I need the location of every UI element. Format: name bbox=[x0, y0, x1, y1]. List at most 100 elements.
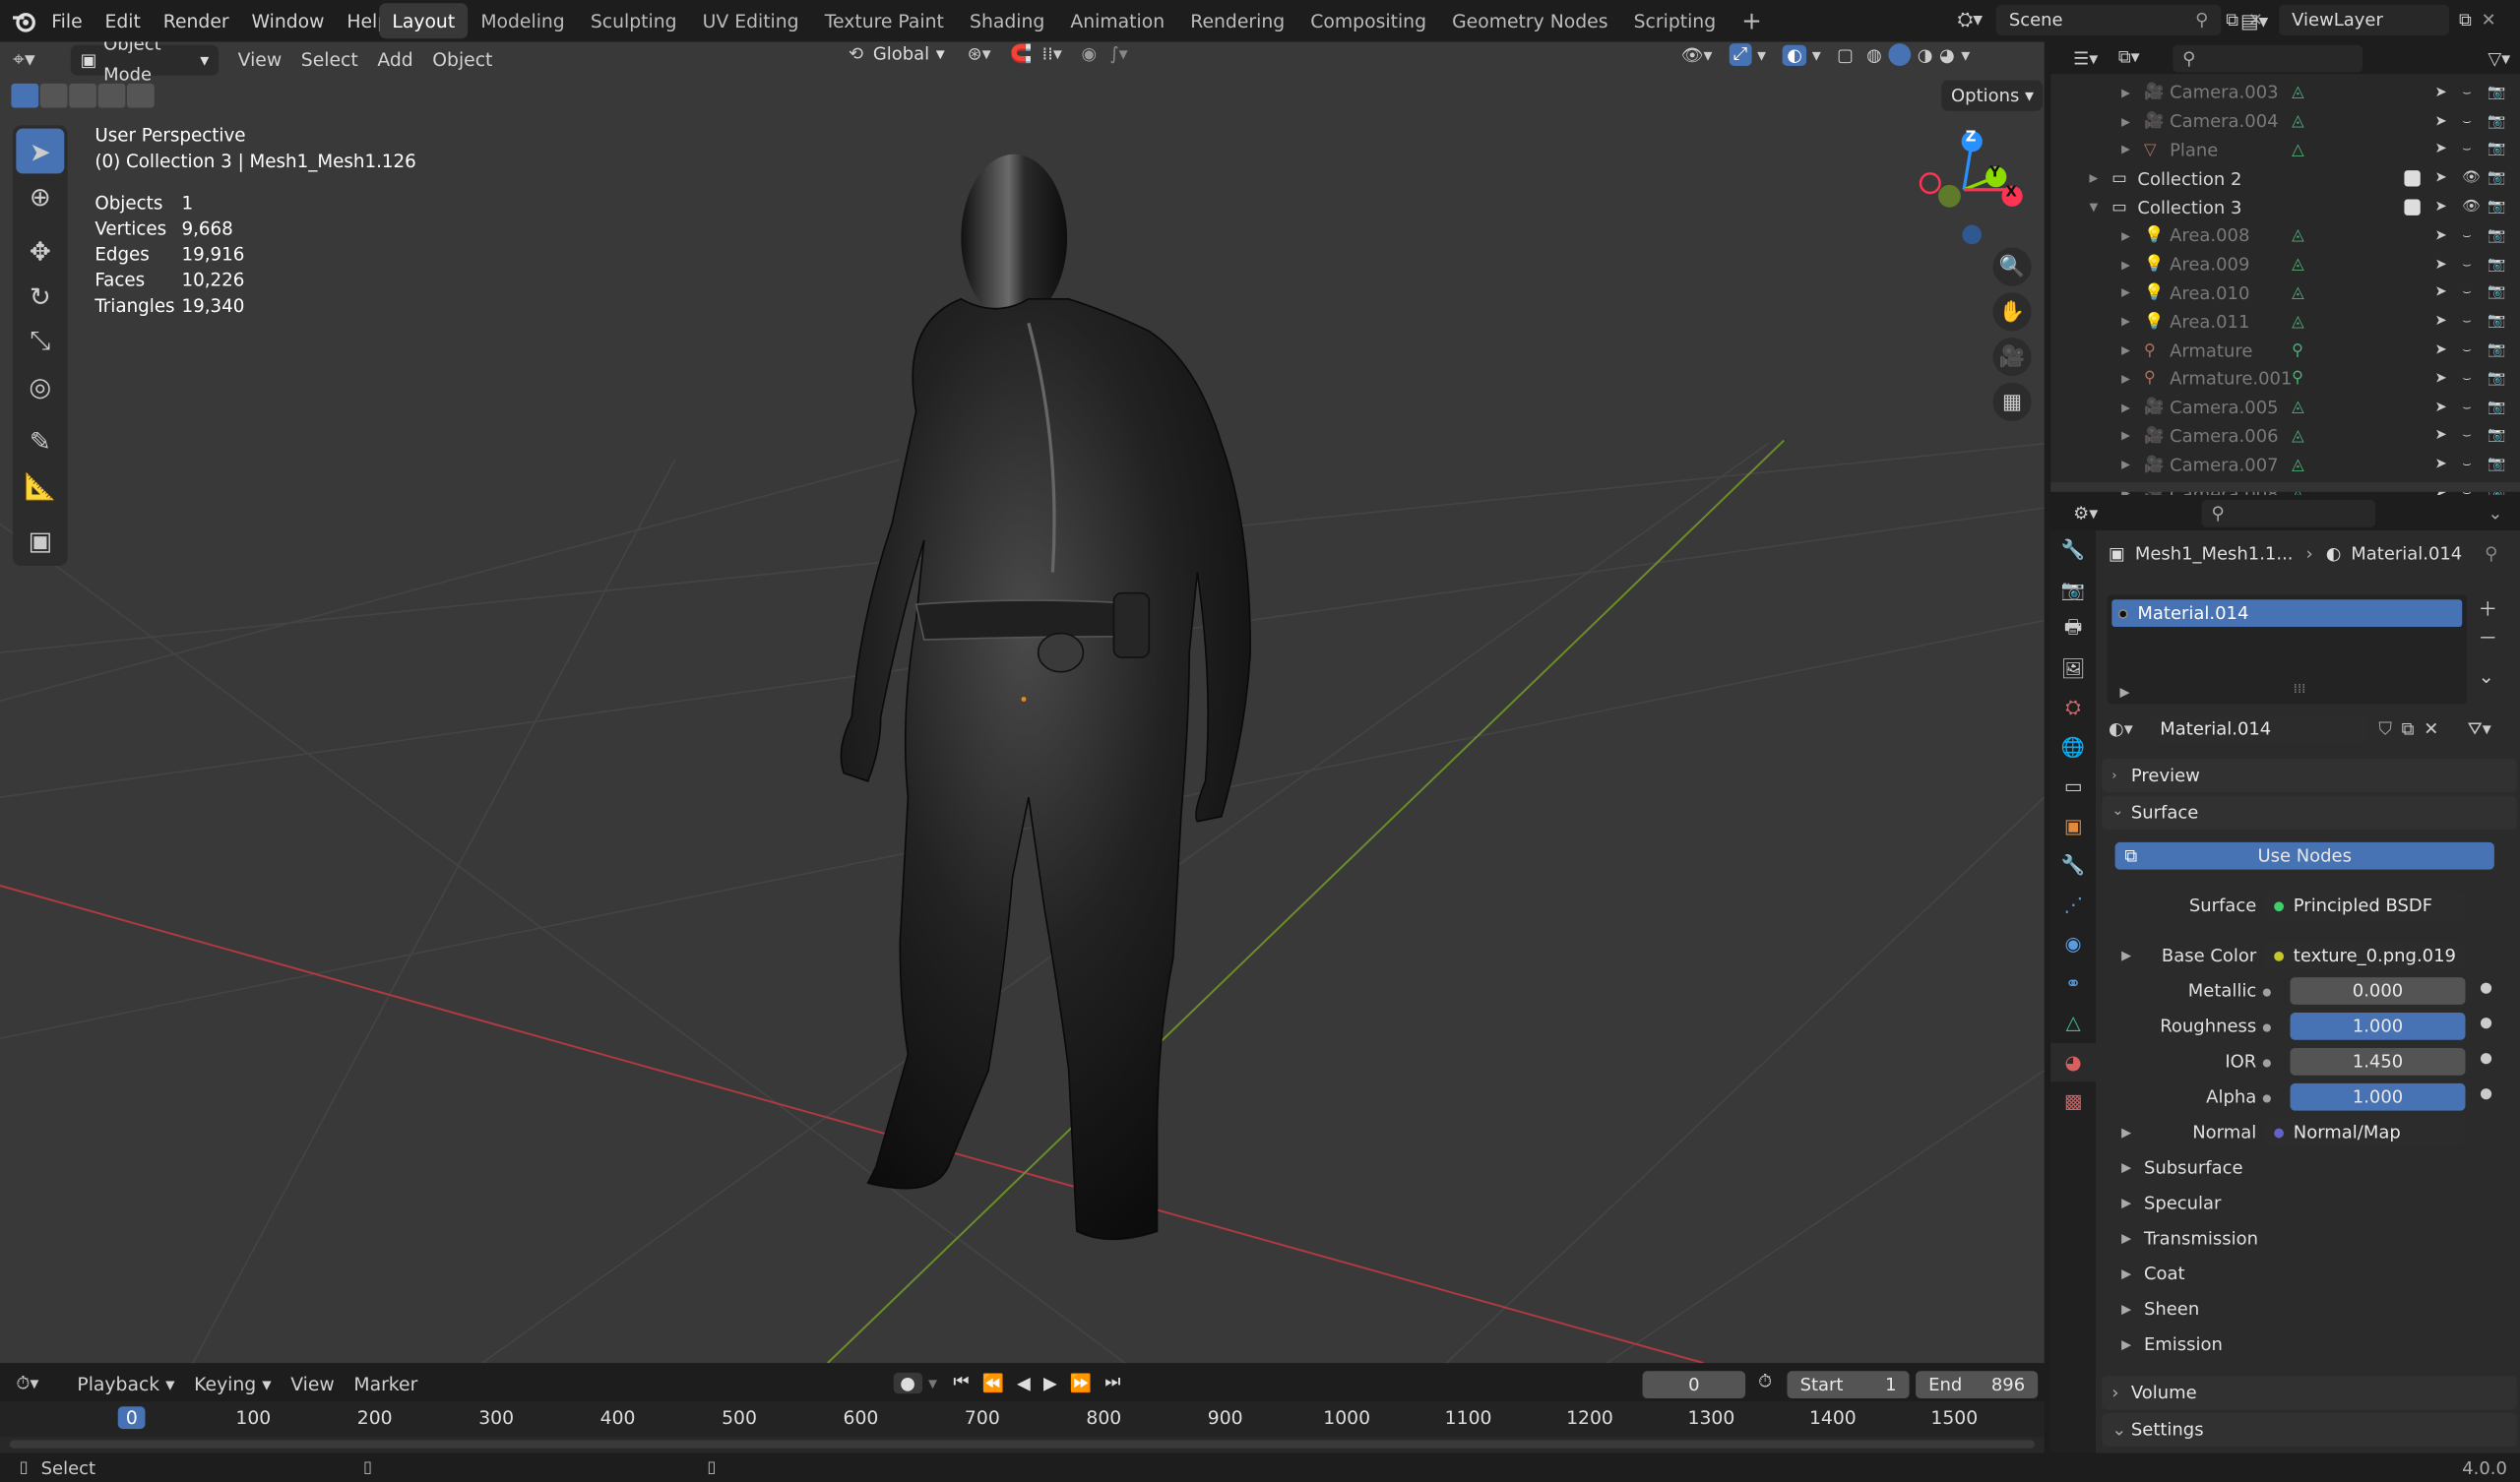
cursor-icon[interactable]: ⊕ bbox=[16, 173, 64, 218]
outliner-search-input[interactable]: ⚲ bbox=[2173, 43, 2362, 72]
selectable-icon[interactable]: ➤ bbox=[2434, 314, 2446, 330]
collapse-icon[interactable]: ⌄ bbox=[2488, 502, 2502, 523]
physics-tab-icon[interactable]: ◉ bbox=[2050, 924, 2096, 963]
object-data-icon[interactable]: ◬ bbox=[2292, 113, 2304, 131]
snap-icon[interactable]: 🧲 bbox=[1010, 43, 1032, 64]
tab-rendering[interactable]: Rendering bbox=[1177, 3, 1297, 38]
visibility-icon[interactable]: ⌣ bbox=[2462, 457, 2472, 472]
expand-icon[interactable]: ▶ bbox=[2121, 1266, 2131, 1281]
exclude-checkbox[interactable] bbox=[2404, 199, 2421, 216]
node-link-icon[interactable]: ⛛▾ bbox=[2468, 717, 2491, 740]
menu-file[interactable]: File bbox=[40, 3, 94, 38]
outliner-row[interactable]: ▶ 💡 Area.010 ◬ ➤ ⌣ 📷 bbox=[2050, 279, 2520, 308]
overlay-toggle-icon[interactable]: ◐ bbox=[1782, 43, 1807, 66]
particles-tab-icon[interactable]: ⋰ bbox=[2050, 885, 2096, 924]
material-name-field[interactable]: Material.014 bbox=[2150, 714, 2369, 743]
tab-texture-paint[interactable]: Texture Paint bbox=[812, 3, 957, 38]
menu-add[interactable]: Add bbox=[368, 43, 423, 76]
outliner-row[interactable]: ▶ 🎥 Camera.006 ◬ ➤ ⌣ 📷 bbox=[2050, 422, 2520, 451]
zoom-icon[interactable]: 🔍 bbox=[1992, 247, 2032, 286]
select-new-icon[interactable] bbox=[11, 83, 39, 108]
snap-target-icon[interactable]: ⁞⁞▾ bbox=[1041, 43, 1061, 64]
outliner-scrollbar[interactable] bbox=[2050, 482, 2520, 492]
object-data-icon[interactable]: ◬ bbox=[2292, 85, 2304, 102]
base-color-field[interactable]: texture_0.png.019 bbox=[2264, 942, 2466, 969]
shading-material-icon[interactable]: ◑ bbox=[1918, 44, 1933, 65]
visibility-icon[interactable]: ⌣ bbox=[2462, 113, 2472, 129]
visibility-icon[interactable]: ⌣ bbox=[2462, 400, 2472, 415]
selectable-icon[interactable]: ➤ bbox=[2434, 200, 2446, 216]
shading-wireframe-icon[interactable]: ◍ bbox=[1866, 44, 1882, 65]
mode-dropdown[interactable]: ▣ Object Mode ▾ bbox=[70, 41, 220, 86]
outliner-row[interactable]: ▶ 🎥 Camera.005 ◬ ➤ ⌣ 📷 bbox=[2050, 394, 2520, 422]
3d-viewport[interactable]: ⌖▾ ▣ Object Mode ▾ View Select Add Object… bbox=[0, 41, 2045, 1364]
character-mesh[interactable] bbox=[840, 154, 1252, 1241]
render-icon[interactable]: 📷 bbox=[2488, 457, 2505, 472]
select-intersect-icon[interactable] bbox=[97, 83, 126, 108]
object-data-icon[interactable]: ◬ bbox=[2292, 256, 2304, 274]
render-icon[interactable]: 📷 bbox=[2488, 143, 2505, 158]
pan-hand-icon[interactable]: ✋ bbox=[1992, 292, 2032, 332]
render-icon[interactable]: 📷 bbox=[2488, 285, 2505, 301]
unlink-material-icon[interactable]: ✕ bbox=[2424, 718, 2438, 739]
outliner-row[interactable]: ▶ 🎥 Camera.003 ◬ ➤ ⌣ 📷 bbox=[2050, 79, 2520, 107]
object-data-icon[interactable]: ⚲ bbox=[2292, 370, 2303, 388]
start-frame-field[interactable]: Start 1 bbox=[1787, 1371, 1910, 1399]
remove-slot-icon[interactable]: － bbox=[2479, 624, 2498, 652]
options-dropdown[interactable]: Options ▾ bbox=[1941, 80, 2044, 111]
selectable-icon[interactable]: ➤ bbox=[2434, 428, 2446, 444]
volume-panel-header[interactable]: › Volume bbox=[2102, 1376, 2517, 1410]
shading-options-icon[interactable]: ▾ bbox=[1961, 44, 1970, 65]
end-frame-field[interactable]: End 896 bbox=[1916, 1371, 2039, 1399]
expand-icon[interactable]: ▶ bbox=[2121, 1231, 2131, 1246]
render-icon[interactable]: 📷 bbox=[2488, 85, 2505, 100]
keyframe-dot-icon[interactable]: ● bbox=[2480, 1016, 2492, 1031]
expand-icon[interactable]: ▶ bbox=[2121, 287, 2130, 300]
visibility-icon[interactable]: ⌣ bbox=[2462, 285, 2472, 301]
tab-uv-editing[interactable]: UV Editing bbox=[690, 3, 812, 38]
expand-icon[interactable]: ▶ bbox=[2121, 430, 2130, 443]
surface-panel-header[interactable]: ⌄ Surface bbox=[2102, 795, 2517, 830]
transmission-subpanel[interactable]: Transmission bbox=[2144, 1228, 2258, 1249]
timeline-editor-icon[interactable]: ⏱▾ bbox=[16, 1373, 67, 1395]
falloff-icon[interactable]: ∫▾ bbox=[1109, 43, 1127, 64]
visibility-icon[interactable]: ⌣ bbox=[2462, 257, 2472, 273]
preview-range-icon[interactable]: ⏱ bbox=[1758, 1371, 1772, 1393]
menu-window[interactable]: Window bbox=[240, 3, 336, 38]
menu-view[interactable]: View bbox=[281, 1368, 344, 1400]
browse-material-icon[interactable]: ◐▾ bbox=[2109, 718, 2150, 739]
gizmo-neg-z[interactable] bbox=[1962, 224, 1983, 245]
visibility-icon[interactable]: ⌣ bbox=[2462, 143, 2472, 158]
expand-icon[interactable]: ▼ bbox=[2089, 201, 2098, 214]
outliner-row[interactable]: ▶ 💡 Area.009 ◬ ➤ ⌣ 📷 bbox=[2050, 250, 2520, 278]
material-tab-icon[interactable]: ◕ bbox=[2050, 1042, 2096, 1082]
frame-ruler[interactable]: 0 100 200 300 400 500 600 700 800 900 1000 1100 1200… bbox=[0, 1401, 2045, 1438]
selectable-icon[interactable]: ➤ bbox=[2434, 285, 2446, 301]
exclude-checkbox[interactable] bbox=[2404, 170, 2421, 187]
expand-icon[interactable]: ▶ bbox=[2121, 1302, 2131, 1317]
texture-tab-icon[interactable]: ▩ bbox=[2050, 1081, 2096, 1121]
render-icon[interactable]: 📷 bbox=[2488, 400, 2505, 415]
visibility-icon[interactable]: 👁▾ bbox=[1681, 44, 1713, 65]
selectable-icon[interactable]: ➤ bbox=[2434, 257, 2446, 273]
expand-icon[interactable]: ▶ bbox=[2121, 87, 2130, 99]
menu-select[interactable]: Select bbox=[291, 43, 368, 76]
jump-end-icon[interactable]: ⏭ bbox=[1104, 1371, 1120, 1393]
transform-icon[interactable]: ◎ bbox=[16, 363, 64, 408]
add-cube-icon[interactable]: ▣ bbox=[16, 518, 64, 563]
properties-editor-icon[interactable]: ⚙▾ bbox=[2073, 502, 2121, 523]
resize-handle[interactable]: ⁞⁞⁞ bbox=[2294, 682, 2305, 697]
jump-keyframe-forward-icon[interactable]: ⏩ bbox=[1070, 1372, 1092, 1392]
visibility-icon[interactable]: ⌣ bbox=[2462, 428, 2472, 444]
transform-orientation[interactable]: Global bbox=[873, 43, 929, 64]
properties-search-input[interactable]: ⚲ bbox=[2201, 499, 2376, 526]
alpha-field[interactable]: 1.000 bbox=[2290, 1082, 2466, 1111]
jump-start-icon[interactable]: ⏮ bbox=[953, 1371, 969, 1393]
play-icon[interactable]: ▶ bbox=[1043, 1372, 1057, 1392]
measure-icon[interactable]: 📐 bbox=[16, 463, 64, 508]
menu-view[interactable]: View bbox=[228, 43, 291, 76]
visibility-icon[interactable]: ⌣ bbox=[2462, 342, 2472, 358]
render-icon[interactable]: 📷 bbox=[2488, 342, 2505, 358]
selectable-icon[interactable]: ➤ bbox=[2434, 342, 2446, 358]
outliner-row[interactable]: ▶ 🎥 Camera.004 ◬ ➤ ⌣ 📷 bbox=[2050, 107, 2520, 136]
